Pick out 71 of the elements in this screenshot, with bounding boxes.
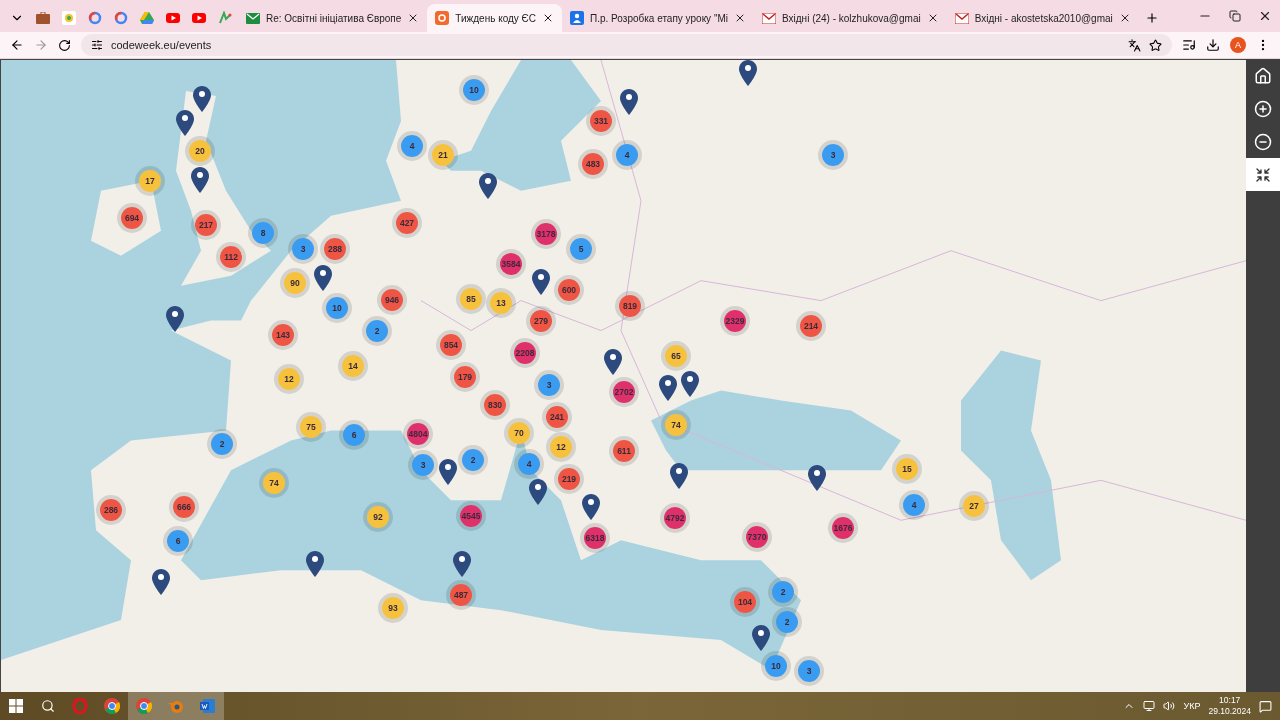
chrome-icon	[136, 698, 152, 714]
map-pin-icon[interactable]	[620, 89, 638, 115]
ring-icon	[88, 11, 102, 25]
envelope-icon	[762, 12, 776, 24]
person-icon	[570, 11, 585, 25]
search-icon	[41, 699, 55, 713]
exit-fullscreen-button[interactable]	[1246, 158, 1280, 191]
plus-icon	[1144, 11, 1159, 25]
map-pin-icon[interactable]	[479, 173, 497, 199]
map-pin-icon[interactable]	[193, 86, 211, 112]
language-indicator[interactable]: УКР	[1183, 701, 1201, 711]
square-icon	[435, 11, 450, 25]
map-pin-icon[interactable]	[582, 494, 600, 520]
map-pin-icon[interactable]	[166, 306, 184, 332]
network-icon[interactable]	[1143, 700, 1156, 712]
map-pin-icon[interactable]	[314, 265, 332, 291]
forward-icon[interactable]	[34, 38, 48, 52]
map-pin-icon[interactable]	[453, 551, 471, 577]
play-icon	[166, 13, 180, 23]
site-settings-icon[interactable]	[91, 39, 103, 51]
browser-tab[interactable]: Тиждень коду ЄС	[427, 4, 563, 32]
ring-icon	[114, 11, 128, 25]
back-icon[interactable]	[10, 38, 24, 52]
clock-date: 29.10.2024	[1208, 706, 1251, 717]
envelope-icon	[954, 12, 969, 24]
map-pin-icon[interactable]	[532, 269, 550, 295]
clock-time: 10:17	[1219, 695, 1241, 706]
browser-tab[interactable]: Вхідні - akostetska2010@gmai	[946, 4, 1139, 32]
bookmark-star-icon[interactable]	[1149, 38, 1162, 52]
map-pin-icon[interactable]	[152, 569, 170, 595]
browser-tab[interactable]: Re: Освітні ініціатива Європе	[238, 4, 428, 32]
map-pin-icon[interactable]	[439, 459, 457, 485]
map-pin-icon[interactable]	[739, 60, 757, 86]
media-icon[interactable]	[1182, 38, 1196, 52]
volume-icon[interactable]	[1163, 700, 1176, 712]
sparkle-icon	[218, 11, 232, 25]
shrink-icon	[1255, 166, 1271, 183]
map-pin-icon[interactable]	[659, 375, 677, 401]
windows-icon	[9, 699, 23, 713]
triangle-icon	[140, 12, 154, 24]
home-icon	[1254, 66, 1272, 85]
download-icon[interactable]	[1206, 38, 1220, 52]
zoom-out-icon	[1254, 132, 1272, 151]
restore-icon	[1229, 10, 1241, 22]
map-pin-icon[interactable]	[176, 110, 194, 136]
chrome-icon	[104, 698, 120, 714]
profile-avatar[interactable]: A	[1230, 37, 1246, 53]
reload-icon[interactable]	[58, 38, 71, 52]
play-icon	[192, 13, 206, 23]
flower-icon	[62, 11, 76, 25]
close-icon[interactable]	[734, 12, 746, 24]
map-pin-icon[interactable]	[681, 371, 699, 397]
translate-icon[interactable]	[1128, 38, 1141, 52]
map-pin-icon[interactable]	[752, 625, 770, 651]
map-pin-icon[interactable]	[670, 463, 688, 489]
notifications-icon[interactable]	[1259, 699, 1272, 713]
map-pin-icon[interactable]	[604, 349, 622, 375]
browser-tab[interactable]: Вхідні (24) - kolzhukova@gmai	[754, 4, 947, 32]
zoom-in-icon	[1254, 99, 1272, 118]
close-icon	[1258, 9, 1272, 23]
document-icon	[200, 698, 216, 714]
address-bar[interactable]: codeweek.eu/events	[81, 34, 1172, 56]
briefcase-icon	[36, 12, 50, 24]
envelope-icon	[246, 12, 260, 24]
browser-tab[interactable]: П.р. Розробка етапу уроку "Мі	[562, 4, 754, 32]
map-pin-icon[interactable]	[306, 551, 324, 577]
map-pin-icon[interactable]	[529, 479, 547, 505]
ring-icon	[72, 698, 88, 714]
map-pin-icon[interactable]	[808, 465, 826, 491]
orb-icon	[168, 699, 184, 713]
map-pin-icon[interactable]	[191, 167, 209, 193]
